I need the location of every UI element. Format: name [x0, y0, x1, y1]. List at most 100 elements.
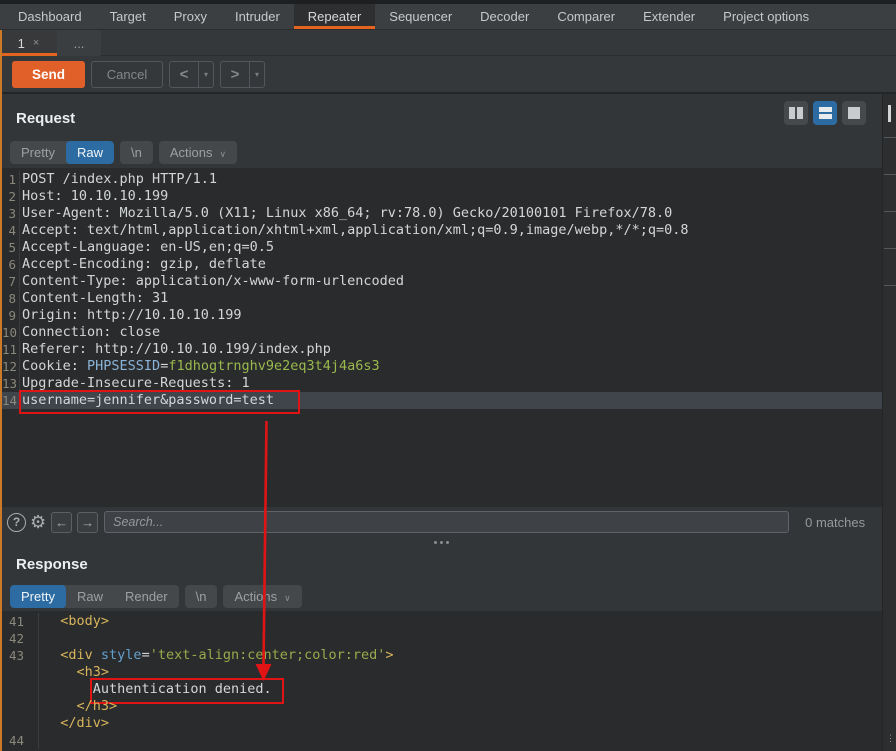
code-line[interactable]: </h3> — [2, 698, 882, 715]
help-icon[interactable]: ? — [7, 513, 26, 532]
response-editor[interactable]: 41 <body>4243 <div style='text-align:cen… — [2, 611, 882, 751]
request-newline-toggle[interactable]: \n — [120, 141, 153, 164]
menu-item-sequencer[interactable]: Sequencer — [375, 4, 466, 29]
forward-dropdown-icon[interactable]: ▾ — [249, 62, 264, 87]
columns-icon — [789, 107, 795, 119]
code-line[interactable]: 6Accept-Encoding: gzip, deflate — [2, 256, 882, 273]
line-number — [2, 715, 39, 732]
code-segment — [44, 613, 60, 629]
repeater-tab-1[interactable]: 1 × — [0, 30, 57, 56]
inspector-divider — [884, 285, 896, 286]
line-number: 6 — [2, 256, 20, 273]
line-number: 11 — [2, 341, 20, 358]
code-line[interactable]: 13Upgrade-Insecure-Requests: 1 — [2, 375, 882, 392]
inspector-label-mark — [888, 105, 891, 122]
layout-rows-button[interactable] — [813, 101, 837, 125]
inspector-collapsed-strip[interactable]: ⋮⋮ — [882, 94, 896, 751]
history-back-button[interactable]: < ▾ — [169, 61, 214, 88]
forward-arrow-icon[interactable]: > — [221, 62, 249, 87]
code-segment: > — [385, 647, 393, 663]
code-segment: <h3> — [77, 664, 110, 680]
line-number — [2, 664, 39, 681]
code-line[interactable]: 41 <body> — [2, 613, 882, 630]
gear-icon[interactable]: ⚙ — [30, 513, 46, 532]
code-line[interactable]: 9Origin: http://10.10.10.199 — [2, 307, 882, 324]
code-segment: f1dhogtrnghv9e2eq3t4j4a6s3 — [168, 358, 379, 374]
code-line[interactable]: 42 — [2, 630, 882, 647]
code-segment: Accept-Language: en-US,en;q=0.5 — [22, 239, 274, 255]
code-line[interactable]: 2Host: 10.10.10.199 — [2, 188, 882, 205]
code-segment — [44, 664, 77, 680]
code-segment: </div> — [60, 715, 109, 731]
code-line[interactable]: 43 <div style='text-align:center;color:r… — [2, 647, 882, 664]
code-segment: style — [93, 647, 142, 663]
code-line[interactable]: 14username=jennifer&password=test — [2, 392, 882, 409]
line-number: 2 — [2, 188, 20, 205]
code-segment — [44, 681, 93, 697]
menu-item-intruder[interactable]: Intruder — [221, 4, 294, 29]
line-number: 42 — [2, 630, 39, 647]
code-line[interactable]: 8Content-Length: 31 — [2, 290, 882, 307]
menu-item-project-options[interactable]: Project options — [709, 4, 823, 29]
code-line[interactable]: 44 — [2, 732, 882, 749]
response-panel-title: Response — [16, 556, 88, 573]
code-line[interactable]: 5Accept-Language: en-US,en;q=0.5 — [2, 239, 882, 256]
code-line[interactable]: 1POST /index.php HTTP/1.1 — [2, 171, 882, 188]
code-line[interactable]: </div> — [2, 715, 882, 732]
search-next-button[interactable]: → — [77, 512, 98, 533]
line-number: 10 — [2, 324, 20, 341]
code-segment: Accept-Encoding: gzip, deflate — [22, 256, 266, 272]
request-editor[interactable]: 1POST /index.php HTTP/1.12Host: 10.10.10… — [2, 168, 882, 507]
code-segment: 'text-align:center;color:red' — [150, 647, 386, 663]
window-accent-border — [0, 30, 2, 751]
menu-item-target[interactable]: Target — [96, 4, 160, 29]
history-forward-button[interactable]: > ▾ — [220, 61, 265, 88]
send-button[interactable]: Send — [12, 61, 85, 88]
repeater-tab-more[interactable]: ... — [57, 30, 101, 56]
more-tabs-label: ... — [74, 36, 85, 51]
layout-columns-button[interactable] — [784, 101, 808, 125]
back-arrow-icon[interactable]: < — [170, 62, 198, 87]
code-line[interactable]: Authentication denied. — [2, 681, 882, 698]
request-actions-menu[interactable]: Actions∨ — [159, 141, 237, 164]
panel-splitter-handle[interactable] — [0, 537, 882, 547]
code-line[interactable]: 12Cookie: PHPSESSID=f1dhogtrnghv9e2eq3t4… — [2, 358, 882, 375]
menu-item-comparer[interactable]: Comparer — [543, 4, 629, 29]
request-pretty-tab[interactable]: Pretty — [10, 141, 66, 164]
menu-item-repeater[interactable]: Repeater — [294, 4, 375, 29]
response-raw-tab[interactable]: Raw — [66, 585, 114, 608]
response-toolbar: Pretty Raw Render \n Actions∨ — [10, 585, 302, 608]
menu-item-extender[interactable]: Extender — [629, 4, 709, 29]
code-segment: Connection: close — [22, 324, 160, 340]
code-line[interactable]: <h3> — [2, 664, 882, 681]
response-newline-toggle[interactable]: \n — [185, 585, 218, 608]
code-segment — [44, 698, 77, 714]
menu-item-dashboard[interactable]: Dashboard — [4, 4, 96, 29]
inspector-drag-dots[interactable]: ⋮⋮ — [886, 734, 896, 743]
menu-item-decoder[interactable]: Decoder — [466, 4, 543, 29]
tab-label: 1 — [18, 36, 25, 51]
search-match-count: 0 matches — [805, 515, 865, 530]
inspector-divider — [884, 248, 896, 249]
line-content: Origin: http://10.10.10.199 — [20, 307, 241, 324]
main-menubar: DashboardTargetProxyIntruderRepeaterSequ… — [0, 4, 896, 30]
request-raw-tab[interactable]: Raw — [66, 141, 114, 164]
code-line[interactable]: 7Content-Type: application/x-www-form-ur… — [2, 273, 882, 290]
code-line[interactable]: 10Connection: close — [2, 324, 882, 341]
line-number: 5 — [2, 239, 20, 256]
cancel-button[interactable]: Cancel — [91, 61, 163, 88]
line-content: Connection: close — [20, 324, 160, 341]
search-prev-button[interactable]: ← — [51, 512, 72, 533]
response-actions-menu[interactable]: Actions∨ — [223, 585, 301, 608]
response-pretty-tab[interactable]: Pretty — [10, 585, 66, 608]
code-line[interactable]: 11Referer: http://10.10.10.199/index.php — [2, 341, 882, 358]
layout-single-button[interactable] — [842, 101, 866, 125]
code-line[interactable]: 4Accept: text/html,application/xhtml+xml… — [2, 222, 882, 239]
line-number: 8 — [2, 290, 20, 307]
search-input[interactable] — [104, 511, 789, 533]
menu-item-proxy[interactable]: Proxy — [160, 4, 221, 29]
tab-close-icon[interactable]: × — [33, 37, 39, 49]
back-dropdown-icon[interactable]: ▾ — [198, 62, 213, 87]
code-line[interactable]: 3User-Agent: Mozilla/5.0 (X11; Linux x86… — [2, 205, 882, 222]
response-render-tab[interactable]: Render — [114, 585, 179, 608]
